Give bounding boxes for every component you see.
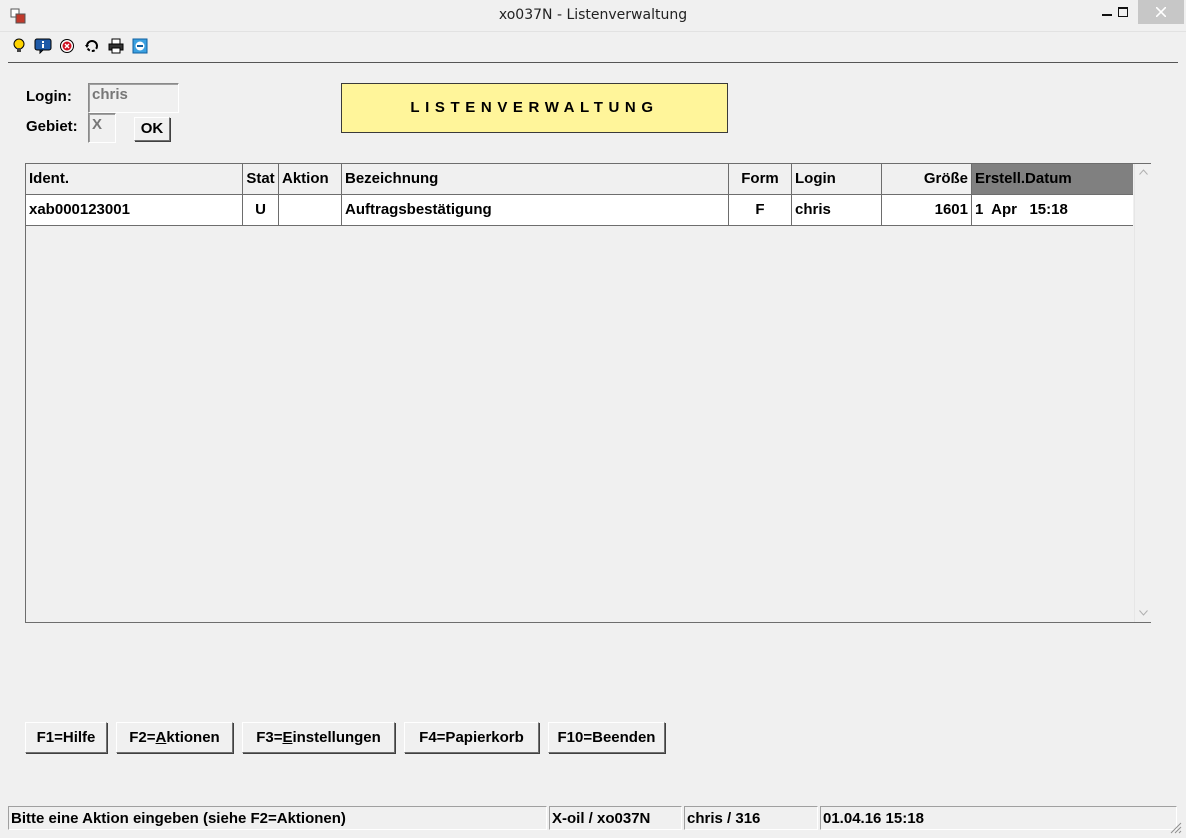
list-table[interactable]: Ident. Stat Aktion Bezeichnung Form Logi… — [25, 163, 1151, 623]
gebiet-label: Gebiet: — [26, 118, 78, 135]
maximize-button[interactable] — [1107, 0, 1138, 24]
column-header-stat[interactable]: Stat — [243, 164, 279, 194]
table-row[interactable]: xab000123001 U Auftragsbestätigung F chr… — [26, 195, 1133, 226]
f4-trash-button[interactable]: F4=Papierkorb — [404, 722, 539, 753]
cell-groesse[interactable]: 1601 — [882, 195, 972, 225]
ok-button[interactable]: OK — [134, 117, 170, 141]
cell-login[interactable]: chris — [792, 195, 882, 225]
f3-prefix: F3= — [256, 729, 283, 746]
cell-bezeichnung[interactable]: Auftragsbestätigung — [342, 195, 729, 225]
column-header-bezeichnung[interactable]: Bezeichnung — [342, 164, 729, 194]
scroll-up-icon[interactable] — [1135, 164, 1152, 181]
info-icon[interactable] — [34, 37, 52, 55]
cell-datum[interactable]: 1 Apr 15:18 — [972, 195, 1133, 225]
column-header-ident[interactable]: Ident. — [26, 164, 243, 194]
cell-form[interactable]: F — [729, 195, 792, 225]
minus-icon[interactable] — [131, 37, 149, 55]
resize-grip-icon[interactable] — [1168, 820, 1182, 834]
f3-rest: instellungen — [292, 729, 381, 746]
printer-icon[interactable] — [107, 37, 125, 55]
column-header-aktion[interactable]: Aktion — [279, 164, 342, 194]
f3-settings-button[interactable]: F3=Einstellungen — [242, 722, 395, 753]
f2-prefix: F2= — [129, 729, 156, 746]
column-header-login[interactable]: Login — [792, 164, 882, 194]
close-button[interactable] — [1138, 0, 1184, 24]
column-header-form[interactable]: Form — [729, 164, 792, 194]
scroll-down-icon[interactable] — [1135, 605, 1152, 622]
status-program: X-oil / xo037N — [549, 806, 682, 830]
toolbar-separator — [8, 62, 1178, 63]
vertical-scrollbar[interactable] — [1134, 164, 1151, 622]
page-title: LISTENVERWALTUNG — [341, 83, 728, 133]
gebiet-field[interactable]: X — [88, 113, 116, 143]
status-datetime: 01.04.16 15:18 — [820, 806, 1177, 830]
window-title: xo037N - Listenverwaltung — [498, 7, 688, 23]
login-label: Login: — [26, 88, 72, 105]
cell-ident[interactable]: xab000123001 — [26, 195, 243, 225]
f3-accelerator: E — [282, 729, 293, 746]
f2-rest: ktionen — [166, 729, 220, 746]
cancel-icon[interactable] — [58, 37, 76, 55]
f1-help-button[interactable]: F1=Hilfe — [25, 722, 107, 753]
toolbar — [0, 34, 1186, 60]
title-bar: xo037N - Listenverwaltung — [0, 0, 1186, 32]
login-field[interactable]: chris — [88, 83, 179, 113]
f2-accelerator: A — [155, 729, 167, 746]
column-header-datum[interactable]: Erstell.Datum — [972, 164, 1133, 194]
lightbulb-icon[interactable] — [10, 37, 28, 55]
refresh-icon[interactable] — [83, 37, 101, 55]
cell-aktion[interactable] — [279, 195, 342, 225]
status-message: Bitte eine Aktion eingeben (siehe F2=Akt… — [8, 806, 547, 830]
f10-exit-button[interactable]: F10=Beenden — [548, 722, 665, 753]
table-header: Ident. Stat Aktion Bezeichnung Form Logi… — [26, 164, 1133, 195]
cell-stat[interactable]: U — [243, 195, 279, 225]
status-user: chris / 316 — [684, 806, 818, 830]
f2-actions-button[interactable]: F2=Aktionen — [116, 722, 233, 753]
column-header-groesse[interactable]: Größe — [882, 164, 972, 194]
